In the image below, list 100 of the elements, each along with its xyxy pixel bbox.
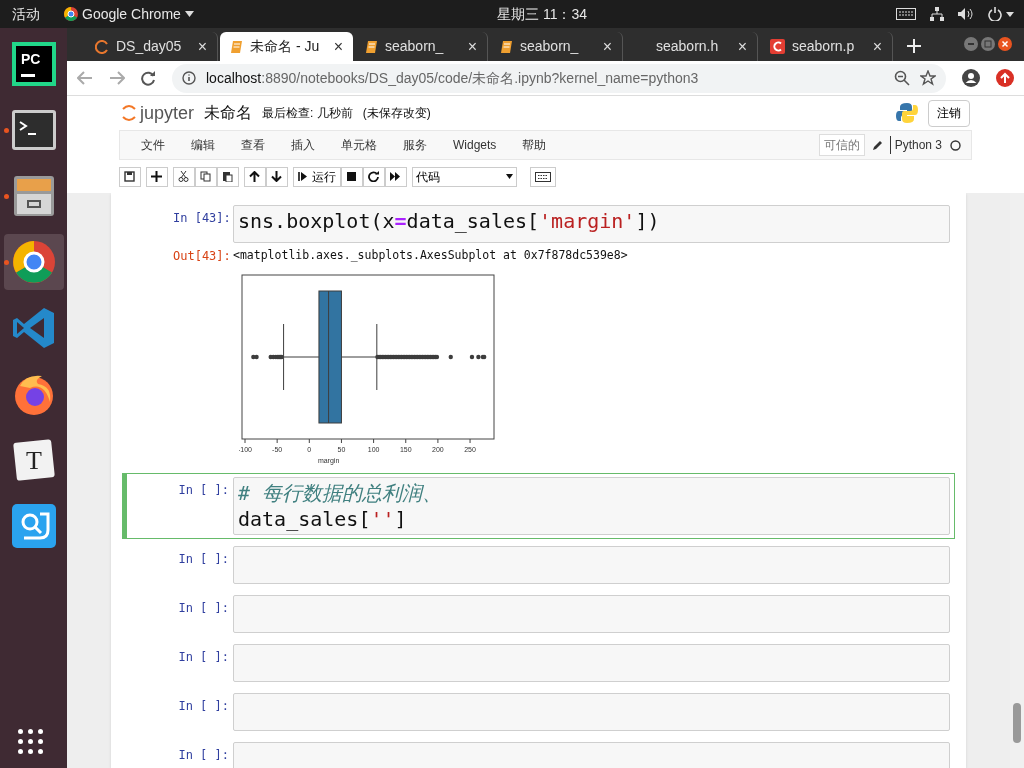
pencil-icon[interactable] xyxy=(871,139,883,151)
book-icon xyxy=(500,39,513,54)
menu-item[interactable]: 文件 xyxy=(130,136,176,154)
input-prompt: In [ ]: xyxy=(177,482,230,500)
book-icon xyxy=(365,39,378,54)
run-icon xyxy=(298,171,309,182)
browser-tab[interactable]: 未命名 - Ju × xyxy=(220,32,353,61)
output-prompt: Out[43]: xyxy=(173,248,232,265)
move-up-icon xyxy=(249,171,260,182)
close-icon[interactable]: × xyxy=(197,34,207,59)
restart-button[interactable] xyxy=(363,166,385,187)
code-input[interactable] xyxy=(233,644,950,683)
copy-button[interactable] xyxy=(195,166,217,187)
menu-item[interactable]: 服务 xyxy=(392,136,438,154)
minimize-icon[interactable] xyxy=(964,37,978,51)
caret-icon xyxy=(506,174,513,179)
restart-icon xyxy=(368,171,379,182)
reload-icon[interactable] xyxy=(141,70,156,86)
magnifier-tile-icon xyxy=(11,504,56,548)
code-input[interactable] xyxy=(233,595,950,634)
code-cell[interactable]: In [ ]: # 每行数据的总利润、 data_sales[''] xyxy=(122,473,955,540)
stop-button[interactable] xyxy=(341,166,363,187)
address-bar[interactable]: localhost:8890/notebooks/DS_day05/code/未命名.ipynb?kernel_name=python3 xyxy=(172,63,946,93)
close-window-icon[interactable] xyxy=(998,37,1012,51)
close-icon[interactable]: × xyxy=(872,34,882,59)
run-all-button[interactable] xyxy=(385,166,407,187)
kernel-idle-icon xyxy=(950,139,961,151)
code-input[interactable]: sns.boxplot(x=data_sales['margin']) xyxy=(233,205,950,243)
insert-cell-button[interactable] xyxy=(146,166,168,187)
input-prompt: In [ ]: xyxy=(177,600,230,618)
logout-button[interactable]: 注销 xyxy=(928,99,970,127)
caret-icon xyxy=(184,11,194,17)
new-tab-icon[interactable] xyxy=(907,39,921,53)
cut-button[interactable] xyxy=(173,166,195,187)
paste-button[interactable] xyxy=(217,166,239,187)
code-cell[interactable]: In [ ]: xyxy=(122,640,955,687)
run-button[interactable]: 运行 xyxy=(293,166,341,187)
update-icon[interactable] xyxy=(996,69,1014,87)
loading-icon xyxy=(95,39,109,54)
input-prompt: In [ ]: xyxy=(177,649,230,667)
autosave-status: (未保存改变) xyxy=(362,105,431,122)
close-icon[interactable]: × xyxy=(333,34,343,59)
stop-icon xyxy=(346,171,357,182)
activities-button[interactable]: 活动 xyxy=(12,3,40,25)
code-input[interactable] xyxy=(233,693,950,732)
input-prompt: In [ ]: xyxy=(177,747,230,765)
python-logo-icon xyxy=(896,102,918,124)
book-icon xyxy=(230,39,243,54)
c-logo-icon xyxy=(770,39,785,54)
letter-tile-icon: T xyxy=(11,438,56,482)
keyboard-shortcuts-button[interactable] xyxy=(530,166,556,187)
cell-type-dropdown[interactable]: 代码 xyxy=(412,166,517,187)
code-cell[interactable]: In [ ]: xyxy=(122,689,955,736)
menu-item[interactable]: 编辑 xyxy=(180,136,226,154)
code-cell[interactable]: In [ ]: xyxy=(122,591,955,638)
run-all-icon xyxy=(390,171,401,182)
file-cabinet-icon xyxy=(11,174,56,218)
info-icon[interactable] xyxy=(182,71,196,85)
menu-item[interactable]: 单元格 xyxy=(330,136,388,154)
jupyter-icon xyxy=(121,103,137,123)
move-down-button[interactable] xyxy=(266,166,288,187)
input-prompt: In [43]: xyxy=(173,210,232,227)
clock[interactable]: 星期三 11：34 xyxy=(497,3,587,25)
close-icon[interactable]: × xyxy=(737,34,747,59)
app-grid-icon[interactable] xyxy=(18,729,43,754)
keyboard-icon[interactable] xyxy=(896,8,916,20)
zoom-icon[interactable] xyxy=(894,70,910,86)
output-text: <matplotlib.axes._subplots.AxesSubplot at 0x7f878dc539e8> xyxy=(233,247,629,264)
dock-item[interactable]: T xyxy=(3,432,64,488)
menu-item[interactable]: 查看 xyxy=(230,136,276,154)
network-icon[interactable] xyxy=(930,7,944,21)
code-input[interactable] xyxy=(233,546,950,585)
url-text: localhost:8890/notebooks/DS_day05/code/未命名.ipynb?kernel_name=python3 xyxy=(206,68,700,88)
account-icon[interactable] xyxy=(962,69,980,87)
terminal-icon xyxy=(11,110,56,150)
dock-item[interactable]: PC xyxy=(3,36,64,92)
dock-item[interactable] xyxy=(3,234,64,290)
power-icon[interactable] xyxy=(988,7,1014,21)
save-icon xyxy=(124,171,135,182)
volume-icon[interactable] xyxy=(958,7,974,21)
code-cell[interactable]: In [ ]: xyxy=(122,738,955,768)
close-icon[interactable]: × xyxy=(602,34,612,59)
code-cell[interactable]: In [ ]: xyxy=(122,542,955,589)
app-menu[interactable]: Google Chrome xyxy=(64,3,194,25)
notebook-name[interactable]: 未命名 xyxy=(204,101,253,125)
menu-item[interactable]: 插入 xyxy=(280,136,326,154)
move-up-button[interactable] xyxy=(244,166,266,187)
star-icon[interactable] xyxy=(920,70,936,86)
copy-icon xyxy=(200,171,211,182)
pycharm-icon: PC xyxy=(11,42,56,86)
menu-item[interactable]: Widgets xyxy=(442,136,508,154)
checkpoint-status: 最后检查: 几秒前 xyxy=(262,105,353,122)
jupyter-logo: jupyter xyxy=(121,99,195,127)
trusted-indicator[interactable]: 可信的 xyxy=(818,134,865,156)
save-button[interactable] xyxy=(119,166,141,187)
code-input[interactable]: # 每行数据的总利润、 data_sales[''] xyxy=(233,477,950,536)
close-icon[interactable]: × xyxy=(467,34,477,59)
menu-item[interactable]: 帮助 xyxy=(511,136,558,154)
input-prompt: In [ ]: xyxy=(177,551,230,569)
kernel-name[interactable]: Python 3 xyxy=(894,136,942,154)
